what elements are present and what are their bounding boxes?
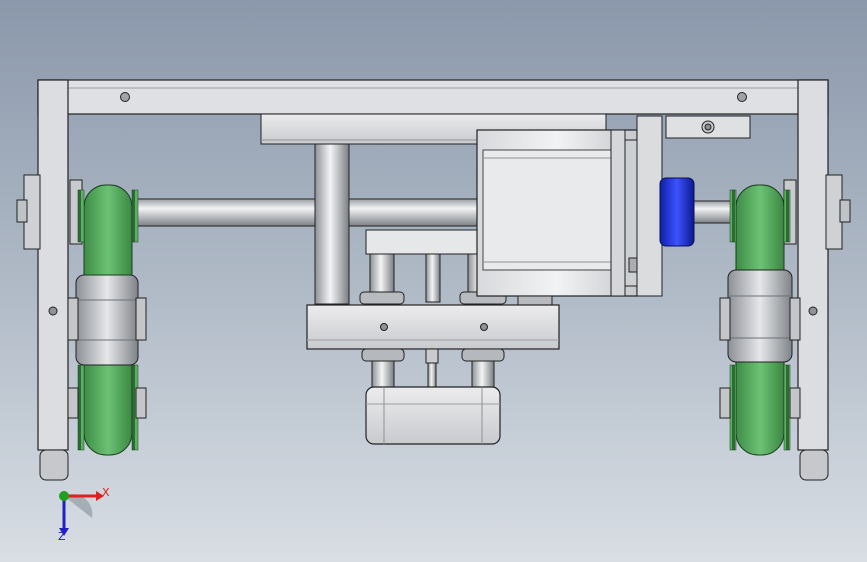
cad-viewport[interactable]: X Z [0, 0, 867, 562]
drive-shaft[interactable] [135, 198, 482, 227]
assembly-drawing[interactable] [0, 0, 867, 562]
right-top-bracket[interactable] [665, 115, 751, 139]
bolt-hole-right [737, 92, 747, 102]
blue-coupling[interactable] [659, 177, 695, 247]
servo-motor[interactable] [476, 115, 663, 307]
top-frame-bar[interactable] [37, 79, 829, 115]
vertical-column[interactable] [314, 143, 350, 305]
gripper-base[interactable] [365, 386, 501, 445]
right-belt-drive[interactable] [719, 179, 801, 456]
right-side-frame[interactable] [797, 79, 851, 481]
z-axis-label: Z [58, 530, 66, 543]
bolt-hole-left [120, 92, 130, 102]
y-axis-dot [59, 491, 69, 501]
left-side-frame[interactable] [16, 79, 69, 481]
carriage-plate[interactable] [306, 304, 560, 350]
x-axis-label: X [102, 486, 110, 499]
left-belt-drive[interactable] [67, 179, 147, 456]
